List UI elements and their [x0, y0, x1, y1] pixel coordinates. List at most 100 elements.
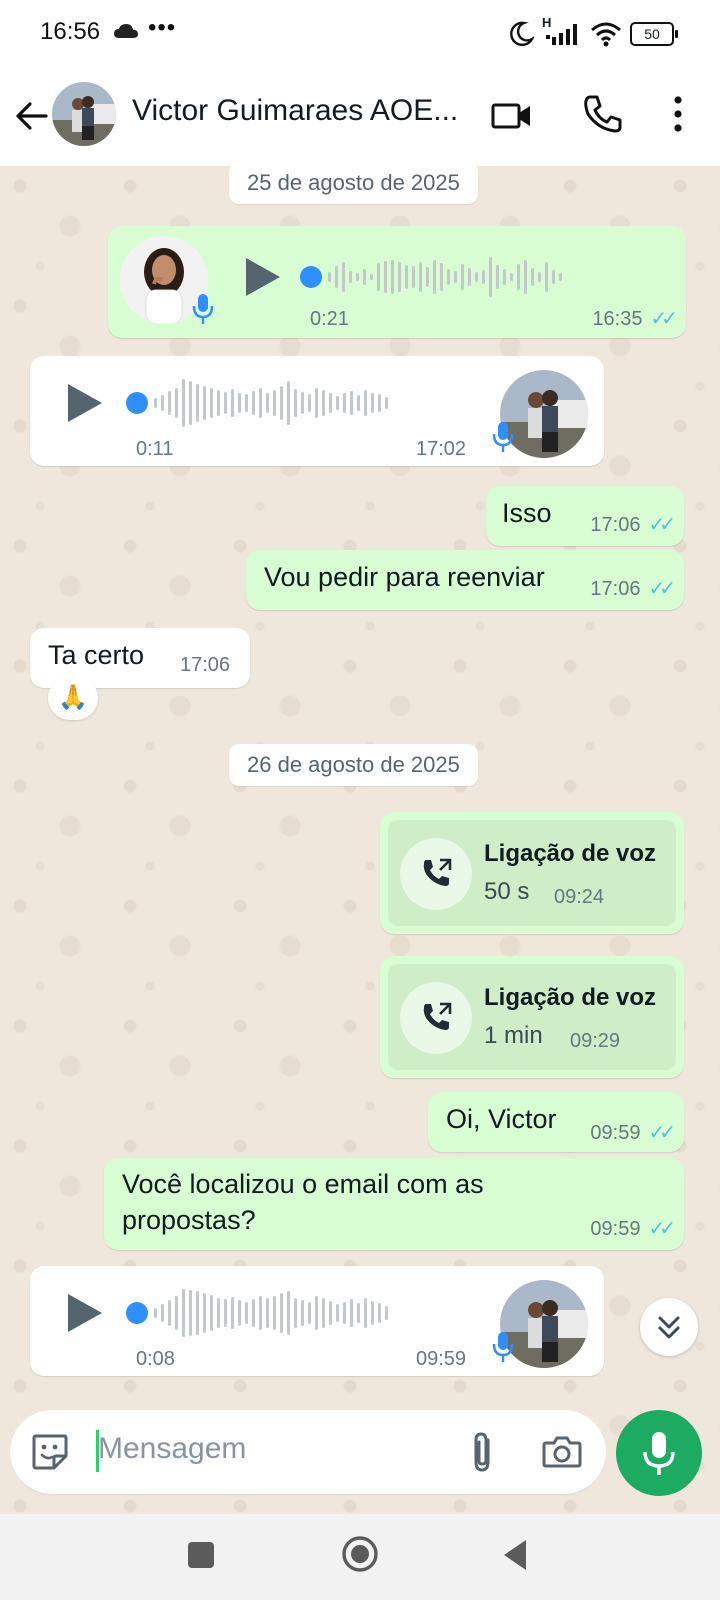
waveform-bar	[224, 392, 227, 414]
voice-message-incoming[interactable]: 0:11 17:02	[30, 356, 604, 466]
waveform-bar	[385, 397, 388, 409]
message-meta: 16:35 ✓✓	[592, 306, 677, 331]
home-button[interactable]	[340, 1534, 380, 1574]
status-icons: H 50	[508, 15, 678, 48]
waveform-bar	[301, 392, 304, 414]
waveform-bar	[363, 269, 366, 285]
sticker-icon[interactable]	[28, 1430, 72, 1474]
waveform-bar	[384, 261, 387, 293]
waveform-bar	[259, 1296, 262, 1330]
playback-progress-dot[interactable]	[300, 266, 322, 288]
play-button[interactable]	[68, 1294, 102, 1332]
message-time: 17:06	[180, 654, 231, 676]
waveform-bar	[154, 1308, 157, 1318]
more-options-icon[interactable]	[660, 92, 696, 136]
waveform-bar	[489, 257, 492, 297]
message-time: 09:29	[570, 1030, 621, 1052]
waveform-bar	[538, 272, 541, 282]
message-outgoing[interactable]: Vou pedir para reenviar 17:06 ✓✓	[246, 550, 684, 610]
waveform-bar	[371, 393, 374, 413]
waveform-bar	[154, 398, 157, 408]
back-arrow-icon[interactable]	[10, 94, 54, 138]
contact-name[interactable]: Victor Guimaraes AOE...	[132, 94, 458, 128]
audio-waveform[interactable]	[154, 1288, 388, 1338]
call-icon-circle	[400, 838, 472, 910]
call-card: Ligação de voz 50 s 09:24	[388, 820, 676, 926]
waveform-bar	[322, 1298, 325, 1328]
video-call-icon[interactable]	[490, 94, 534, 138]
camera-icon[interactable]	[540, 1430, 584, 1474]
recents-button[interactable]	[188, 1542, 214, 1568]
waveform-bar	[336, 1304, 339, 1322]
playback-progress-dot[interactable]	[126, 392, 148, 414]
battery-icon: 50	[630, 22, 678, 46]
chat-area[interactable]: 25 de agosto de 2025 0:21 16:35 ✓✓ 0:11 …	[0, 166, 720, 1514]
voice-call-message[interactable]: Ligação de voz 50 s 09:24	[380, 812, 684, 934]
cell-signal-icon: H	[542, 15, 582, 47]
audio-waveform[interactable]	[328, 252, 562, 302]
waveform-bar	[168, 1300, 171, 1326]
voice-call-message[interactable]: Ligação de voz 1 min 09:29	[380, 956, 684, 1078]
waveform-bar	[203, 386, 206, 420]
back-button[interactable]	[500, 1538, 530, 1572]
waveform-bar	[294, 389, 297, 417]
playback-progress-dot[interactable]	[126, 1302, 148, 1324]
waveform-bar	[259, 388, 262, 418]
contact-avatar[interactable]	[52, 82, 116, 146]
audio-waveform[interactable]	[154, 378, 388, 428]
waveform-bar	[357, 1303, 360, 1323]
message-outgoing[interactable]: Isso 17:06 ✓✓	[486, 486, 684, 546]
message-meta: 17:06 ✓✓	[590, 512, 675, 537]
waveform-bar	[217, 390, 220, 416]
waveform-bar	[287, 1291, 290, 1335]
waveform-bar	[433, 260, 436, 294]
waveform-bar	[385, 1306, 388, 1320]
waveform-bar	[245, 1302, 248, 1324]
message-time: 09:24	[554, 886, 605, 908]
voice-message-incoming[interactable]: 0:08 09:59	[30, 1266, 604, 1376]
waveform-bar	[531, 268, 534, 286]
date-chip: 26 de agosto de 2025	[229, 744, 478, 786]
waveform-bar	[315, 388, 318, 418]
message-time: 09:59	[590, 1218, 641, 1240]
message-text: Vou pedir para reenviar	[264, 562, 545, 592]
call-card: Ligação de voz 1 min 09:29	[388, 964, 676, 1070]
play-button[interactable]	[68, 384, 102, 422]
message-line: Você localizou o email com as	[122, 1169, 484, 1199]
play-button[interactable]	[246, 258, 280, 296]
waveform-bar	[364, 1298, 367, 1328]
waveform-bar	[322, 390, 325, 416]
scroll-to-bottom-button[interactable]	[640, 1298, 698, 1356]
system-navigation-bar	[0, 1514, 720, 1600]
waveform-bar	[273, 1296, 276, 1330]
voice-message-outgoing[interactable]: 0:21 16:35 ✓✓	[108, 226, 686, 338]
waveform-bar	[189, 1290, 192, 1336]
waveform-bar	[217, 1298, 220, 1328]
waveform-bar	[426, 267, 429, 287]
reaction-praying-hands[interactable]: 🙏	[48, 676, 98, 720]
waveform-bar	[370, 274, 373, 280]
message-meta: 09:59 ✓✓	[590, 1120, 675, 1145]
voice-record-button[interactable]	[616, 1410, 702, 1496]
message-text: Oi, Victor	[446, 1104, 557, 1134]
paperclip-icon[interactable]	[462, 1430, 502, 1474]
waveform-bar	[335, 266, 338, 288]
waveform-bar	[356, 273, 359, 281]
waveform-bar	[238, 1300, 241, 1326]
waveform-bar	[378, 1303, 381, 1323]
message-outgoing[interactable]: Você localizou o email com as propostas?…	[104, 1158, 684, 1250]
message-input-container[interactable]: Mensagem	[10, 1410, 606, 1494]
waveform-bar	[238, 393, 241, 413]
chat-header: Victor Guimaraes AOE...	[0, 66, 720, 166]
waveform-bar	[245, 394, 248, 412]
call-duration: 1 min	[484, 1022, 543, 1049]
message-outgoing[interactable]: Oi, Victor 09:59 ✓✓	[428, 1092, 684, 1152]
message-meta: 17:06 ✓✓	[590, 576, 675, 601]
waveform-bar	[280, 1293, 283, 1333]
waveform-bar	[328, 272, 331, 282]
message-input[interactable]: Mensagem	[98, 1432, 246, 1466]
waveform-bar	[252, 1299, 255, 1327]
voice-call-icon[interactable]	[580, 92, 624, 136]
status-more-dots: •••	[148, 14, 177, 41]
message-meta: 09:59 ✓✓	[590, 1216, 675, 1241]
